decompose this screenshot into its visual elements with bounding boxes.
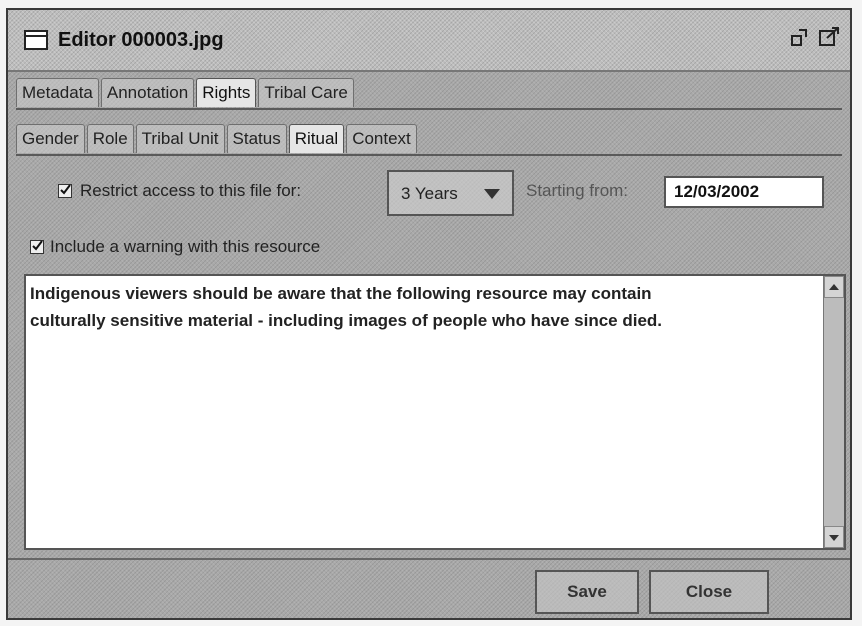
restrict-access-label: Restrict access to this file for: xyxy=(80,181,302,200)
warning-text-line: culturally sensitive material - includin… xyxy=(30,311,663,330)
start-date-field[interactable] xyxy=(664,176,824,208)
checkmark-icon xyxy=(32,240,43,251)
checkmark-icon xyxy=(60,184,71,195)
include-warning-checkbox[interactable] xyxy=(30,240,44,254)
scroll-down-icon[interactable] xyxy=(824,526,844,548)
chevron-down-icon xyxy=(484,189,500,199)
tab-ritual[interactable]: Ritual xyxy=(288,124,345,153)
rights-tab-divider xyxy=(16,154,842,156)
save-button[interactable]: Save xyxy=(535,570,639,614)
tab-tribal-unit[interactable]: Tribal Unit xyxy=(135,124,225,153)
include-warning-label: Include a warning with this resource xyxy=(50,237,321,256)
warning-text-line: Indigenous viewers should be aware that … xyxy=(30,284,652,303)
duration-value: 3 Years xyxy=(401,184,458,203)
scroll-up-icon[interactable] xyxy=(824,276,844,298)
close-button[interactable]: Close xyxy=(649,570,769,614)
tab-annotation[interactable]: Annotation xyxy=(100,78,195,107)
button-bar-divider xyxy=(8,558,850,560)
editor-window: Editor 000003.jpg Metadata Annotation Righ… xyxy=(6,8,852,620)
maximize-icon[interactable] xyxy=(818,26,840,48)
window-title: Editor 000003.jpg xyxy=(58,29,224,51)
vertical-scrollbar[interactable] xyxy=(823,276,844,548)
tab-rights[interactable]: Rights xyxy=(196,78,257,107)
warning-text: Indigenous viewers should be aware that … xyxy=(30,280,816,334)
title-bar[interactable]: Editor 000003.jpg xyxy=(8,10,850,72)
minimize-icon[interactable] xyxy=(790,26,812,48)
tab-gender[interactable]: Gender xyxy=(16,124,85,153)
starting-from-label: Starting from: xyxy=(526,181,629,200)
tab-metadata[interactable]: Metadata xyxy=(16,78,99,107)
rights-tab-bar: Gender Role Tribal Unit Status Ritual Context xyxy=(16,124,842,154)
tab-context[interactable]: Context xyxy=(346,124,417,153)
main-tab-bar: Metadata Annotation Rights Tribal Care xyxy=(16,78,842,108)
window-icon xyxy=(24,30,48,50)
warning-text-area[interactable]: Indigenous viewers should be aware that … xyxy=(24,274,846,550)
restrict-access-checkbox[interactable] xyxy=(58,184,72,198)
duration-dropdown[interactable]: 3 Years xyxy=(387,170,514,216)
main-tab-divider xyxy=(16,108,842,110)
tab-tribal-care[interactable]: Tribal Care xyxy=(258,78,354,107)
tab-role[interactable]: Role xyxy=(86,124,134,153)
start-date-input[interactable] xyxy=(674,182,814,202)
tab-status[interactable]: Status xyxy=(226,124,287,153)
